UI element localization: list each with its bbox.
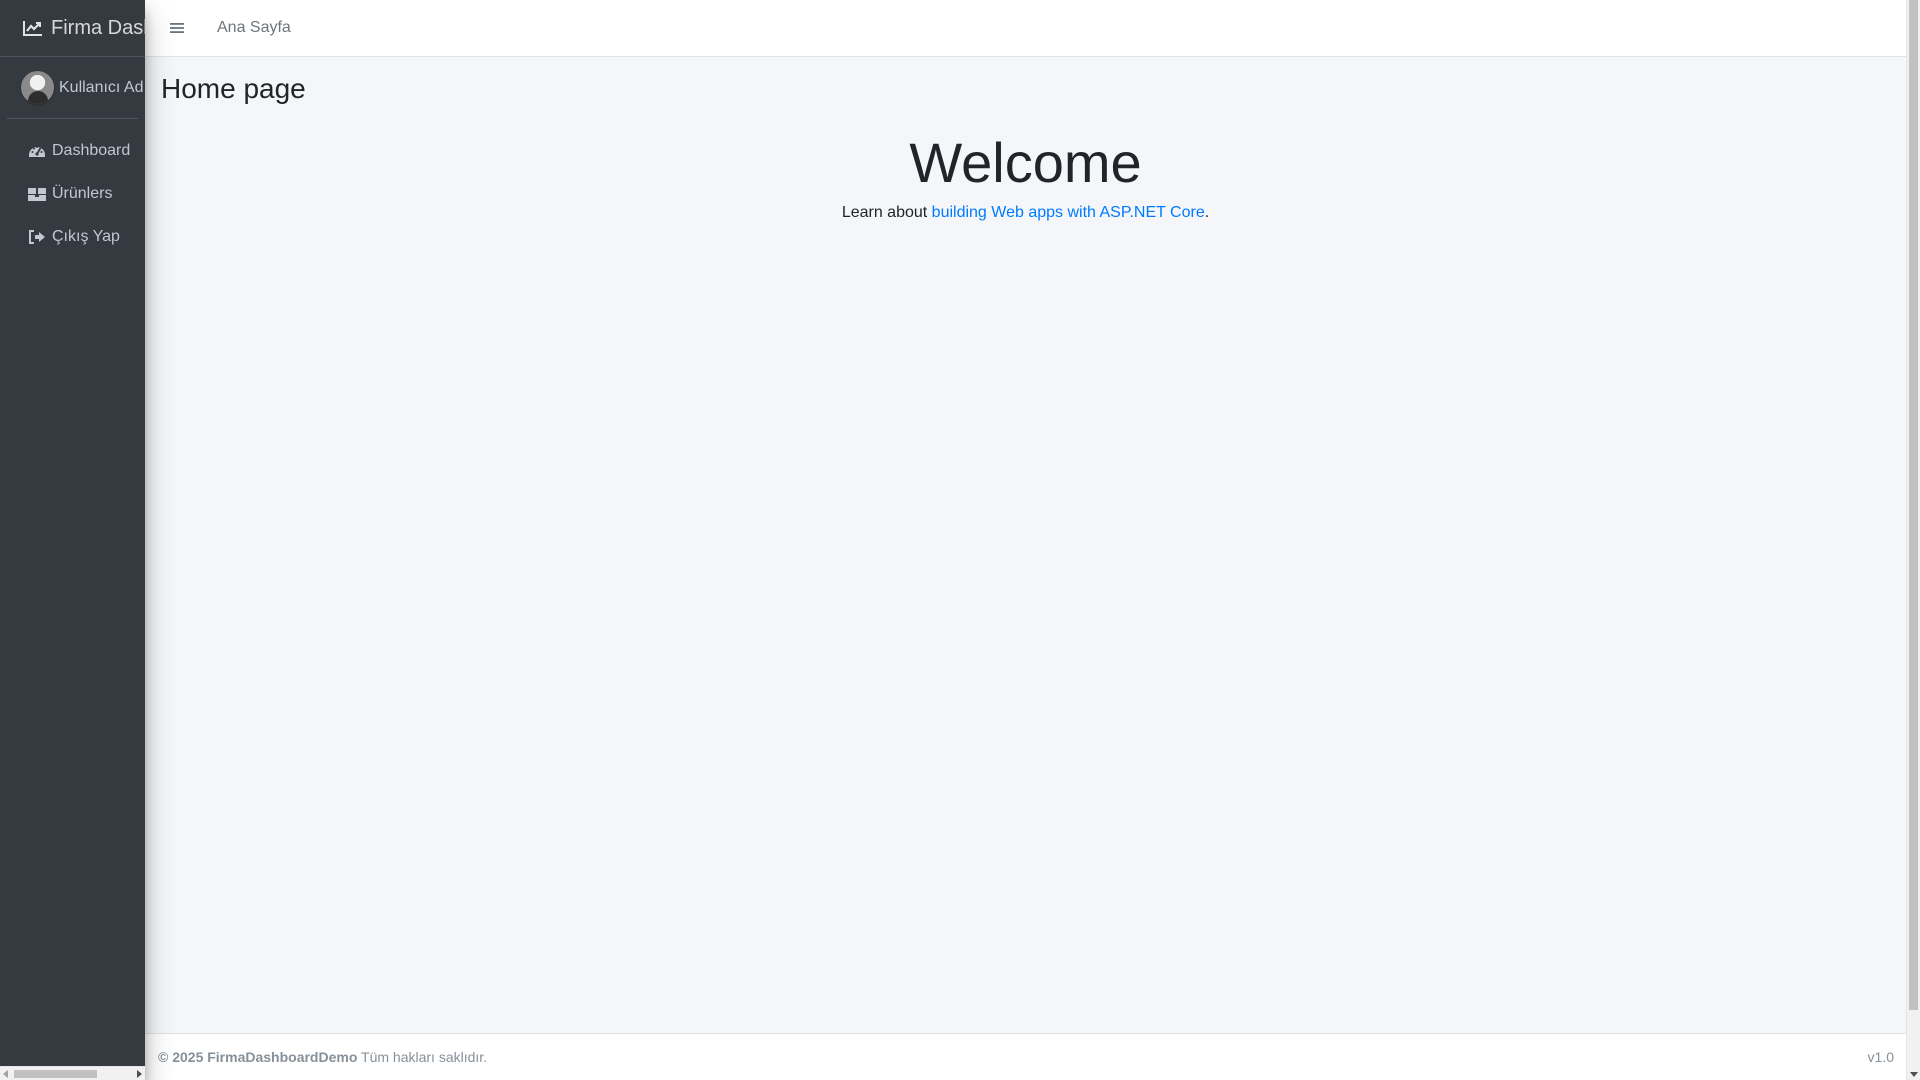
learn-suffix: . (1204, 204, 1210, 222)
footer-copyright: © 2025 FirmaDashboardDemo Tüm hakları sa… (158, 1049, 487, 1065)
hamburger-menu-icon[interactable] (167, 18, 187, 38)
brand-text: Firma Dashboard (51, 16, 145, 39)
sign-out-icon (27, 229, 47, 245)
footer-copyright-strong: © 2025 FirmaDashboardDemo (158, 1049, 358, 1065)
welcome-text: Learn about building Web apps with ASP.N… (145, 204, 1906, 222)
scroll-left-arrow-icon[interactable] (3, 1070, 8, 1078)
top-navbar: Ana Sayfa (145, 0, 1906, 57)
user-panel: Kullanıcı Adı (7, 71, 145, 119)
avatar[interactable] (21, 71, 54, 104)
sidebar: Firma Dashboard Kullanıcı Adı Dashboard (0, 0, 145, 1080)
sidebar-item-label: Çıkış Yap (52, 228, 120, 245)
scroll-right-arrow-icon[interactable] (137, 1070, 142, 1078)
sidebar-item-label: Ürünlers (52, 185, 113, 202)
footer-version: v1.0 (1867, 1049, 1894, 1065)
horizontal-scrollbar-thumb[interactable] (14, 1070, 97, 1078)
sidebar-item-products[interactable]: Ürünlers (7, 174, 138, 214)
page-title: Home page (161, 73, 306, 104)
horizontal-scrollbar[interactable] (0, 1066, 145, 1080)
sidebar-item-label: Dashboard (52, 142, 131, 159)
tachometer-icon (27, 143, 47, 159)
vertical-scrollbar-thumb[interactable] (1909, 0, 1918, 1010)
aspnet-docs-link[interactable]: building Web apps with ASP.NET Core (932, 204, 1205, 221)
welcome-section: Welcome Learn about building Web apps wi… (145, 129, 1906, 222)
sidebar-item-dashboard[interactable]: Dashboard (7, 131, 138, 171)
sidebar-item-logout[interactable]: Çıkış Yap (7, 217, 138, 257)
nav-link-home[interactable]: Ana Sayfa (217, 19, 291, 37)
chart-line-icon (23, 21, 42, 36)
scroll-down-arrow-icon[interactable] (1910, 1072, 1918, 1077)
boxes-icon (27, 186, 47, 202)
welcome-heading: Welcome (909, 131, 1142, 194)
footer: © 2025 FirmaDashboardDemo Tüm hakları sa… (145, 1033, 1906, 1080)
vertical-scrollbar[interactable] (1906, 0, 1920, 1080)
brand-link[interactable]: Firma Dashboard (0, 0, 145, 57)
content-wrapper: Home page Welcome Learn about building W… (145, 57, 1906, 1032)
user-name[interactable]: Kullanıcı Adı (59, 79, 145, 97)
learn-prefix: Learn about (841, 204, 932, 222)
footer-rights: Tüm hakları saklıdır. (357, 1049, 488, 1065)
sidebar-nav: Dashboard Ürünlers Çıkış Yap (0, 131, 145, 257)
